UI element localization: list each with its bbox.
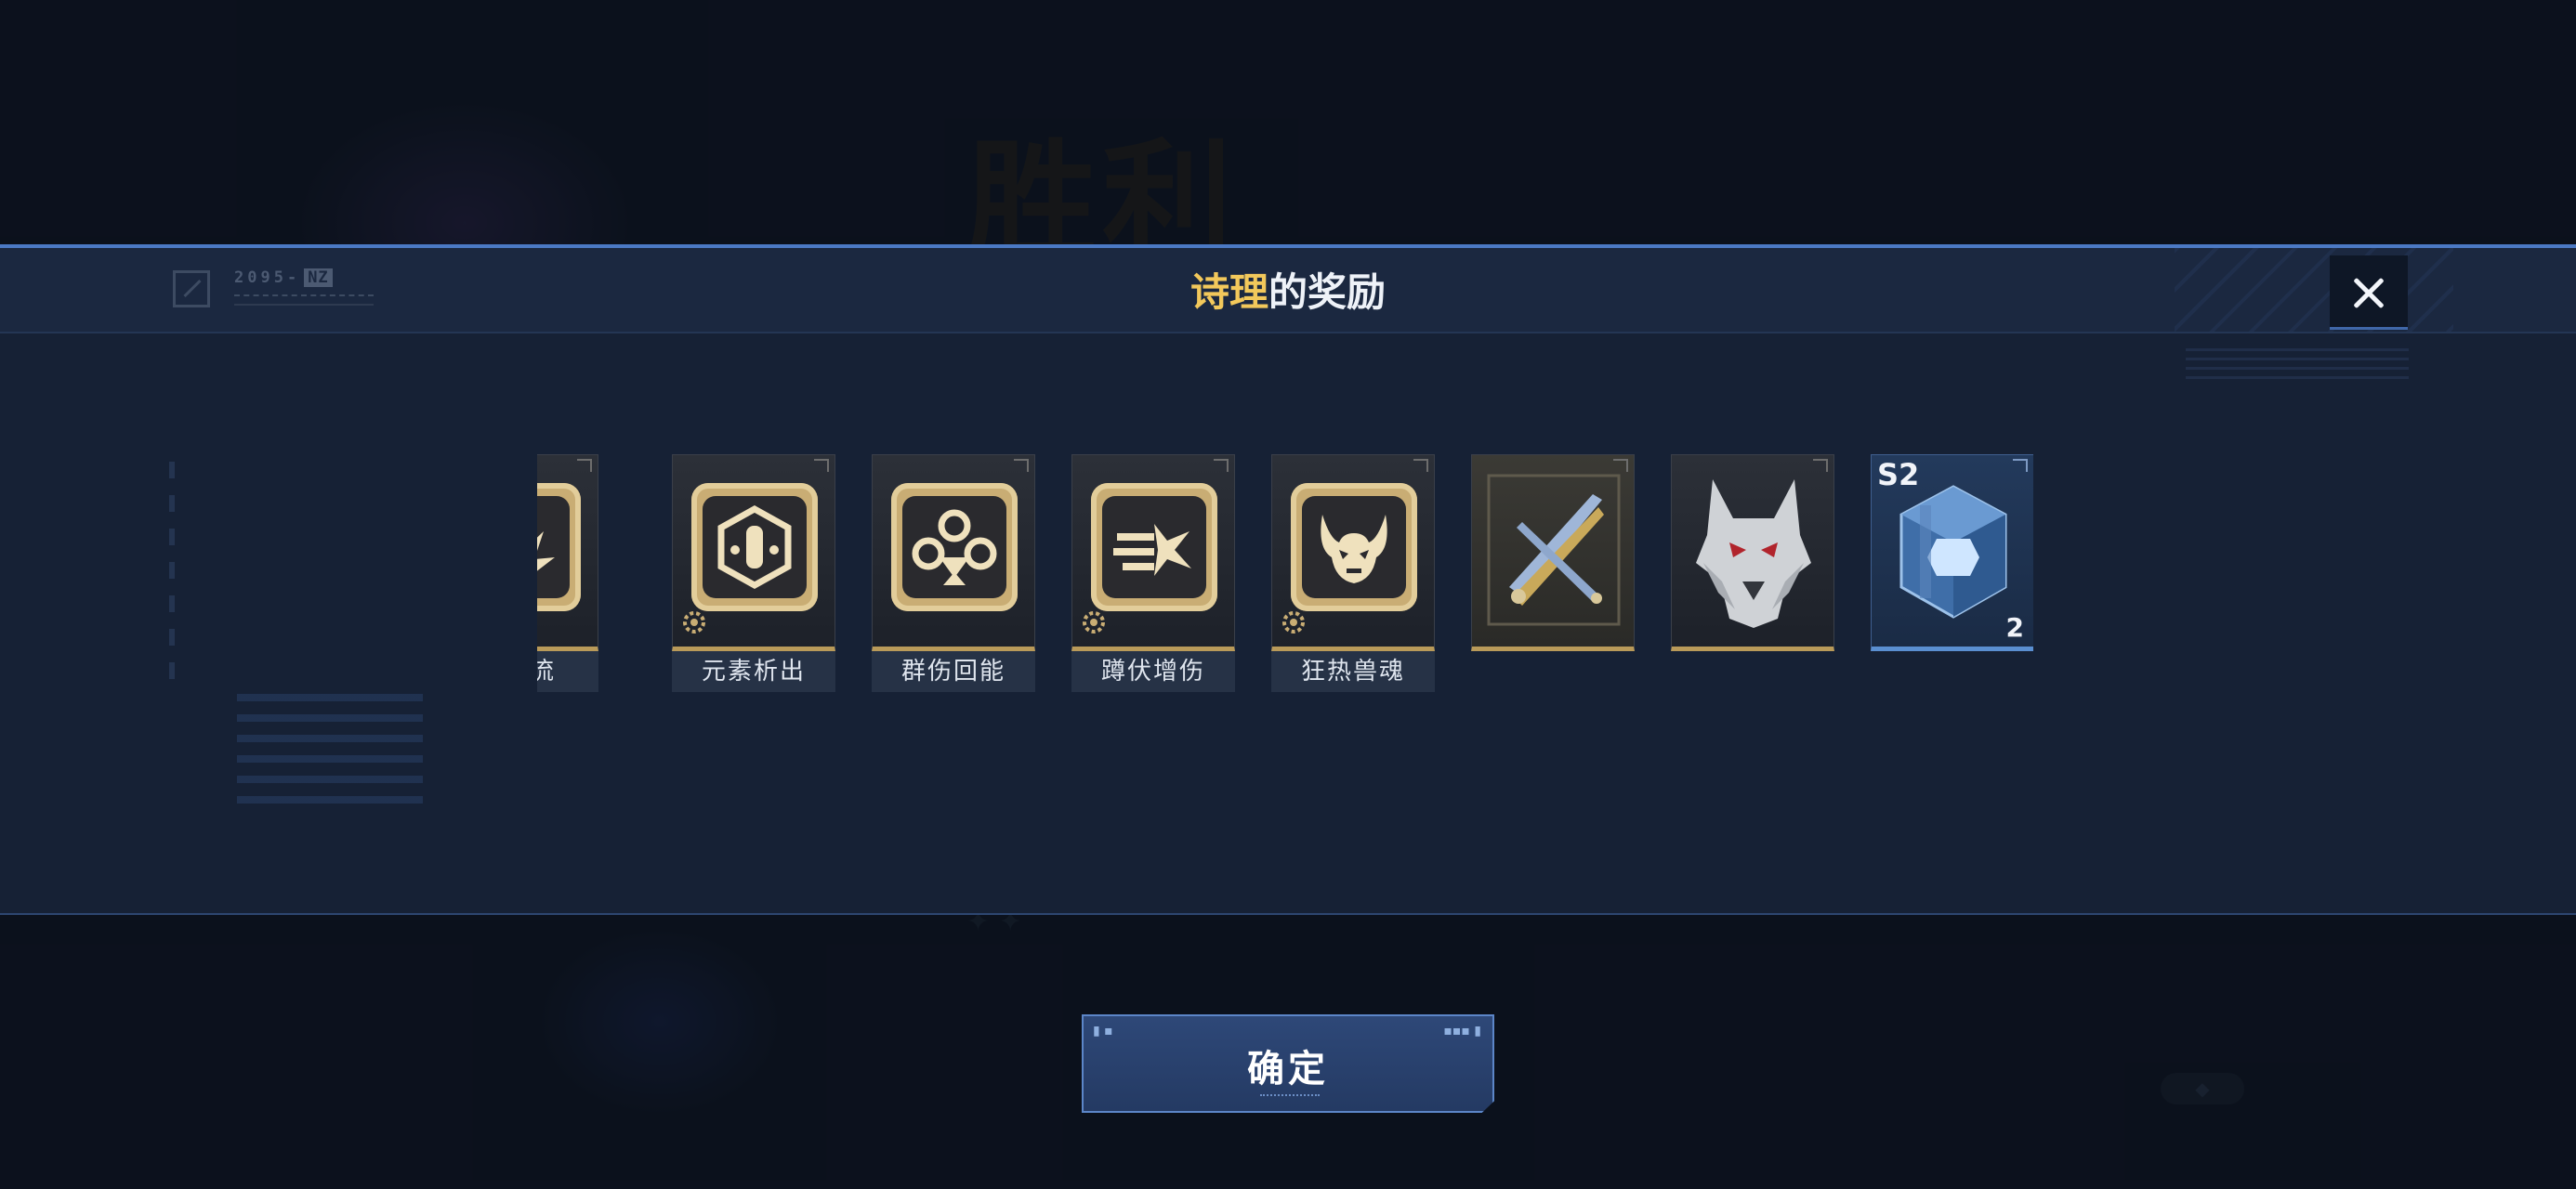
- side-decoration-lines: [169, 462, 175, 685]
- close-button[interactable]: [2330, 255, 2408, 330]
- reward-tile: [537, 454, 598, 651]
- reward-list: 击涌流: [537, 454, 2033, 696]
- side-decoration-text: [237, 694, 423, 805]
- confirm-label: 确定: [1247, 1048, 1329, 1091]
- dialog-header: 2095- NZ 诗理的奖励: [0, 248, 2576, 333]
- corner-mark-icon: ▪▪▪ ▮: [1443, 1024, 1481, 1039]
- reward-tile: [1471, 454, 1635, 651]
- reward-card[interactable]: [1471, 454, 1635, 692]
- reward-tile: [1671, 454, 1834, 651]
- dash-strike-icon: [1091, 483, 1217, 611]
- reward-tile: [1271, 454, 1435, 651]
- screen: 胜利 ✦ ✦ ◆ 2095-NZ 诗理的奖励: [0, 0, 2576, 1189]
- player-name: 诗理: [1189, 269, 1268, 315]
- gear-icon: [1282, 611, 1305, 634]
- wolf-head-icon: [1696, 479, 1811, 628]
- burst-emblem-icon: [537, 483, 581, 611]
- reward-label: 群伤回能: [872, 651, 1035, 692]
- gear-icon: [683, 611, 705, 634]
- reward-card[interactable]: 群伤回能: [872, 454, 1035, 692]
- reward-tile: [872, 454, 1035, 651]
- element-hex-icon: [691, 483, 818, 611]
- rarity-tag: S2: [1877, 457, 1920, 492]
- right-decoration: [2186, 348, 2409, 385]
- gear-icon: [1083, 611, 1105, 634]
- reward-card[interactable]: 狂热兽魂: [1271, 454, 1435, 692]
- reward-card[interactable]: [1671, 454, 1834, 692]
- crystal-cube-icon: [1899, 485, 2007, 619]
- quantity-label: 2: [2005, 612, 2024, 643]
- reward-label: 狂热兽魂: [1271, 651, 1435, 692]
- reward-tile: S2 2: [1871, 454, 2033, 651]
- dialog-title: 诗理的奖励: [0, 261, 2576, 318]
- reward-tile: [672, 454, 835, 651]
- triple-orb-icon: [891, 483, 1018, 611]
- reward-card[interactable]: 蹲伏增伤: [1071, 454, 1235, 692]
- reward-label: 击涌流: [537, 651, 598, 692]
- reward-label: 蹲伏增伤: [1071, 651, 1235, 692]
- reward-card[interactable]: 元素析出: [672, 454, 835, 692]
- reward-label: 元素析出: [672, 651, 835, 692]
- confirm-underline: [1260, 1094, 1320, 1098]
- twin-blades-icon: [1487, 474, 1621, 626]
- beast-skull-icon: [1291, 483, 1417, 611]
- title-suffix: 的奖励: [1268, 269, 1387, 315]
- reward-card[interactable]: 击涌流: [537, 454, 598, 692]
- corner-mark-icon: ▮ ▪: [1093, 1024, 1113, 1039]
- confirm-button[interactable]: ▮ ▪ ▪▪▪ ▮ 确定: [1082, 1014, 1494, 1113]
- reward-dialog: 2095- NZ 诗理的奖励 流 元素析出 群伤回能 蹲伏增伤 狂热兽魂 S2 …: [0, 244, 2576, 1113]
- reward-tile: [1071, 454, 1235, 651]
- reward-card[interactable]: S2 2: [1871, 454, 2033, 692]
